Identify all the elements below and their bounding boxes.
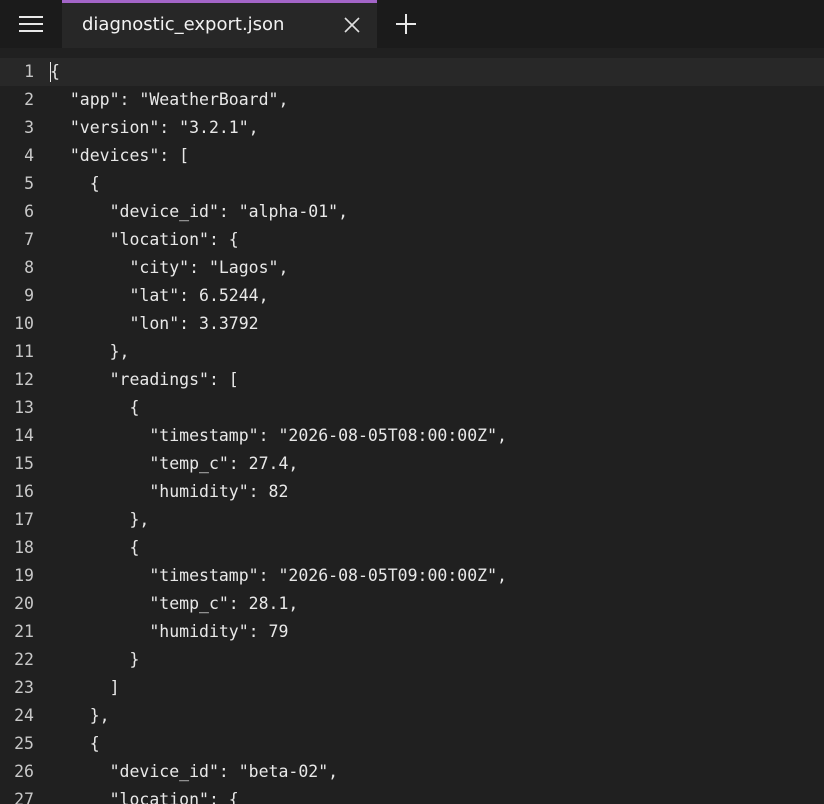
code-line[interactable]: 22 }: [0, 646, 824, 674]
line-text[interactable]: "version": "3.2.1",: [50, 114, 259, 142]
code-line[interactable]: 12 "readings": [: [0, 366, 824, 394]
line-text[interactable]: "location": {: [50, 786, 239, 804]
line-text[interactable]: "devices": [: [50, 142, 189, 170]
code-line[interactable]: 4 "devices": [: [0, 142, 824, 170]
line-number: 6: [24, 202, 34, 221]
code-line[interactable]: 23 ]: [0, 674, 824, 702]
line-text[interactable]: {: [50, 730, 100, 758]
code-line[interactable]: 18 {: [0, 534, 824, 562]
code-line[interactable]: 27 "location": {: [0, 786, 824, 804]
line-number: 15: [14, 454, 34, 473]
line-text[interactable]: }: [50, 646, 139, 674]
line-text[interactable]: "city": "Lagos",: [50, 254, 288, 282]
line-number: 22: [14, 650, 34, 669]
line-number: 4: [24, 146, 34, 165]
line-number: 3: [24, 118, 34, 137]
text-cursor: [50, 62, 51, 82]
line-number: 17: [14, 510, 34, 529]
code-line[interactable]: 10 "lon": 3.3792: [0, 310, 824, 338]
code-line[interactable]: 25 {: [0, 730, 824, 758]
line-text[interactable]: {: [50, 534, 139, 562]
menu-button[interactable]: [0, 0, 62, 48]
code-line[interactable]: 9 "lat": 6.5244,: [0, 282, 824, 310]
code-line[interactable]: 16 "humidity": 82: [0, 478, 824, 506]
code-line[interactable]: 5 {: [0, 170, 824, 198]
code-line[interactable]: 6 "device_id": "alpha-01",: [0, 198, 824, 226]
line-number: 10: [14, 314, 34, 333]
line-text[interactable]: ]: [50, 674, 120, 702]
title-bar: diagnostic_export.json: [0, 0, 824, 48]
line-text[interactable]: "location": {: [50, 226, 239, 254]
code-line[interactable]: 20 "temp_c": 28.1,: [0, 590, 824, 618]
line-number: 25: [14, 734, 34, 753]
text-editor[interactable]: 1{2 "app": "WeatherBoard", 3 "version": "…: [0, 58, 824, 804]
line-number: 16: [14, 482, 34, 501]
code-line[interactable]: 11 },: [0, 338, 824, 366]
line-text[interactable]: },: [50, 702, 110, 730]
close-icon: [344, 17, 360, 33]
line-text[interactable]: "device_id": "alpha-01",: [50, 198, 348, 226]
line-text[interactable]: {: [50, 170, 100, 198]
code-line[interactable]: 26 "device_id": "beta-02",: [0, 758, 824, 786]
code-line[interactable]: 7 "location": {: [0, 226, 824, 254]
line-number: 23: [14, 678, 34, 697]
line-text[interactable]: "app": "WeatherBoard",: [50, 86, 289, 114]
tab-diagnostic-export[interactable]: diagnostic_export.json: [62, 0, 377, 48]
line-number: 13: [14, 398, 34, 417]
line-number: 12: [14, 370, 34, 389]
line-number: 7: [24, 230, 34, 249]
line-text[interactable]: "temp_c": 28.1,: [50, 590, 298, 618]
line-number: 27: [14, 790, 34, 804]
code-line[interactable]: 15 "temp_c": 27.4,: [0, 450, 824, 478]
line-text[interactable]: "device_id": "beta-02",: [50, 758, 339, 786]
code-line[interactable]: 13 {: [0, 394, 824, 422]
line-text[interactable]: "lon": 3.3792: [50, 310, 258, 338]
line-number: 14: [14, 426, 34, 445]
code-line[interactable]: 8 "city": "Lagos",: [0, 254, 824, 282]
new-tab-button[interactable]: [390, 10, 422, 38]
hamburger-menu-icon: [19, 16, 43, 32]
code-line[interactable]: 2 "app": "WeatherBoard",: [0, 86, 824, 114]
line-number: 26: [14, 762, 34, 781]
line-number: 18: [14, 538, 34, 557]
line-text[interactable]: },: [50, 506, 149, 534]
line-text[interactable]: "lat": 6.5244,: [50, 282, 268, 310]
line-text[interactable]: "timestamp": "2026-08-05T09:00:00Z",: [50, 562, 507, 590]
line-number: 20: [14, 594, 34, 613]
tab-active-indicator: [62, 0, 377, 3]
line-number: 21: [14, 622, 34, 641]
tab-title: diagnostic_export.json: [82, 14, 285, 35]
line-text[interactable]: "timestamp": "2026-08-05T08:00:00Z",: [50, 422, 507, 450]
code-line[interactable]: 17 },: [0, 506, 824, 534]
plus-icon: [396, 14, 416, 34]
line-number: 2: [24, 90, 34, 109]
line-number: 24: [14, 706, 34, 725]
code-line[interactable]: 24 },: [0, 702, 824, 730]
code-line[interactable]: 14 "timestamp": "2026-08-05T08:00:00Z",: [0, 422, 824, 450]
line-number: 9: [24, 286, 34, 305]
line-text[interactable]: {: [50, 394, 139, 422]
line-text[interactable]: "temp_c": 27.4,: [50, 450, 298, 478]
line-number: 5: [24, 174, 34, 193]
line-number: 11: [14, 342, 34, 361]
line-number: 19: [14, 566, 34, 585]
code-line[interactable]: 21 "humidity": 79: [0, 618, 824, 646]
line-text[interactable]: {: [50, 58, 60, 86]
code-line[interactable]: 1{: [0, 58, 824, 86]
line-text[interactable]: "readings": [: [50, 366, 239, 394]
code-line[interactable]: 3 "version": "3.2.1",: [0, 114, 824, 142]
line-text[interactable]: },: [50, 338, 130, 366]
line-number: 8: [24, 258, 34, 277]
line-text[interactable]: "humidity": 82: [50, 478, 288, 506]
code-line[interactable]: 19 "timestamp": "2026-08-05T09:00:00Z",: [0, 562, 824, 590]
line-text[interactable]: "humidity": 79: [50, 618, 288, 646]
tab-close-button[interactable]: [342, 15, 362, 35]
line-number: 1: [24, 62, 34, 81]
